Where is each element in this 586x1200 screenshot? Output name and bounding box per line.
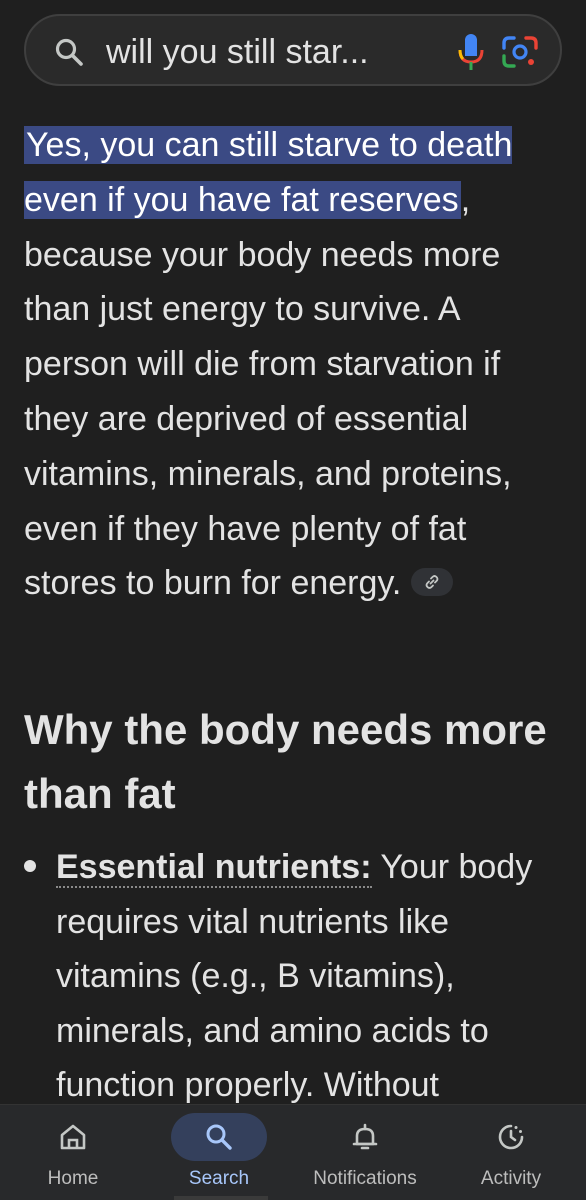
google-lens-icon[interactable] bbox=[500, 34, 540, 70]
nav-activity[interactable]: Activity bbox=[438, 1105, 584, 1200]
nav-activity-label: Activity bbox=[480, 1168, 542, 1189]
highlighted-answer: Yes, you can still starve to death even … bbox=[24, 126, 513, 219]
bell-icon bbox=[352, 1123, 378, 1150]
source-link-button[interactable] bbox=[411, 568, 454, 597]
search-icon bbox=[55, 38, 83, 66]
activity-icon bbox=[498, 1124, 524, 1150]
nav-notifications[interactable]: Notifications bbox=[292, 1105, 438, 1200]
nav-home-label: Home bbox=[47, 1168, 99, 1189]
bullet-dot bbox=[24, 860, 36, 872]
section-heading: Why the body needs more than fat bbox=[24, 706, 547, 817]
home-icon bbox=[60, 1124, 86, 1150]
nav-search-label: Search bbox=[188, 1168, 250, 1189]
search-query[interactable]: will you still star... bbox=[106, 32, 406, 72]
nav-search[interactable]: Search bbox=[146, 1105, 292, 1200]
search-bar[interactable]: will you still star... bbox=[24, 14, 562, 86]
answer-body: , because your body needs more than just… bbox=[24, 180, 512, 603]
nav-home[interactable]: Home bbox=[0, 1105, 146, 1200]
nav-notifications-label: Notifications bbox=[313, 1168, 417, 1189]
microphone-icon[interactable] bbox=[454, 32, 488, 72]
bottom-navigation: Home Search Notifications Activity bbox=[0, 1104, 586, 1200]
bullet-term[interactable]: Essential nutrients: bbox=[56, 848, 372, 888]
search-results-page: will you still star... Yes, you can stil… bbox=[0, 0, 586, 1200]
link-icon bbox=[425, 575, 439, 590]
search-icon bbox=[206, 1124, 232, 1150]
active-tab-indicator bbox=[174, 1196, 268, 1200]
ai-overview-answer: Yes, you can still starve to death even … bbox=[24, 118, 564, 611]
bullet-text: Essential nutrients: Your body requires … bbox=[56, 840, 556, 1113]
